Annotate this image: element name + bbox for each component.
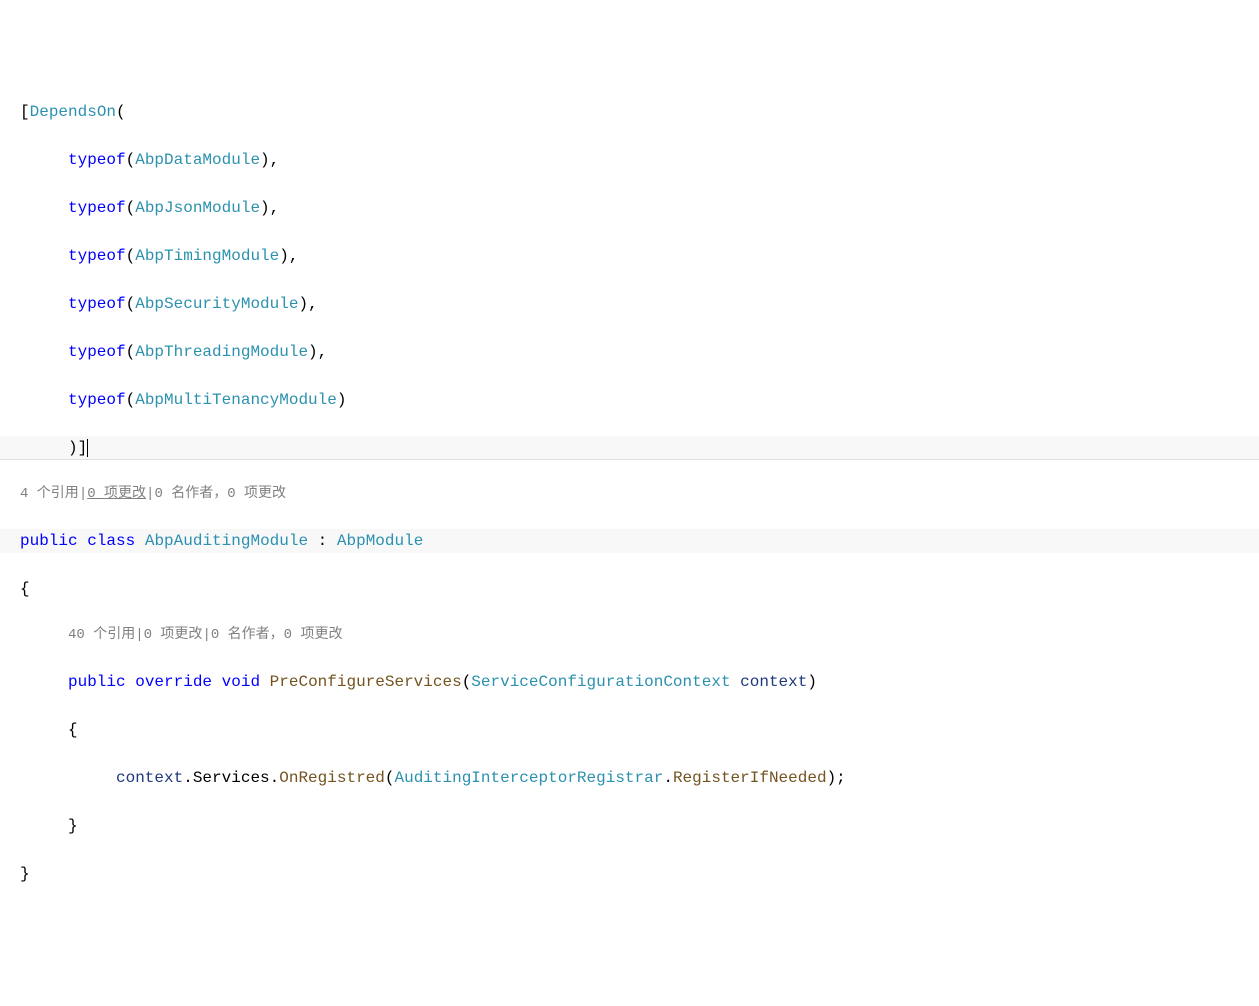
rbrace: }	[68, 817, 78, 835]
method-onregistred: OnRegistred	[279, 769, 385, 787]
code-line-typeof-2: typeof(AbpJsonModule),	[0, 196, 1259, 220]
rbrace: }	[20, 865, 30, 883]
code-line-class-lbrace: {	[0, 577, 1259, 601]
codelens-refs[interactable]: 4 个引用	[20, 486, 79, 502]
keyword-public: public	[68, 673, 126, 691]
codelens-class[interactable]: 4 个引用|0 项更改|0 名作者，0 项更改	[0, 484, 1259, 505]
param-name: context	[731, 673, 808, 691]
closing-bracket: )]	[68, 439, 87, 457]
keyword-class: class	[87, 532, 135, 550]
method-name: PreConfigureServices	[270, 673, 462, 691]
comma: ,	[270, 151, 280, 169]
code-line-attribute-open: [DependsOn(	[0, 100, 1259, 124]
comma: ,	[318, 343, 328, 361]
paren: )	[260, 151, 270, 169]
type-registrar: AuditingInterceptorRegistrar	[394, 769, 663, 787]
code-line-typeof-5: typeof(AbpThreadingModule),	[0, 340, 1259, 364]
comma: ,	[308, 295, 318, 313]
paren: )	[807, 673, 817, 691]
prop-services: Services	[193, 769, 270, 787]
codelens-refs[interactable]: 40 个引用	[68, 627, 135, 643]
class-name: AbpAuditingModule	[145, 532, 308, 550]
type-name: AbpThreadingModule	[135, 343, 308, 361]
type-name: AbpMultiTenancyModule	[135, 391, 337, 409]
paren: (	[126, 199, 136, 217]
codelens-changes-link[interactable]: 0 项更改	[87, 486, 146, 502]
codelens-sep: |	[202, 627, 210, 643]
code-line-typeof-6: typeof(AbpMultiTenancyModule)	[0, 388, 1259, 412]
keyword-typeof: typeof	[68, 199, 126, 217]
param-type: ServiceConfigurationContext	[471, 673, 730, 691]
lbrace: {	[20, 580, 30, 598]
paren: (	[385, 769, 395, 787]
keyword-override: override	[135, 673, 212, 691]
paren: (	[126, 295, 136, 313]
code-line-body: context.Services.OnRegistred(AuditingInt…	[0, 766, 1259, 790]
paren: )	[298, 295, 308, 313]
type-name: AbpTimingModule	[135, 247, 279, 265]
code-line-method-lbrace: {	[0, 718, 1259, 742]
comma: ,	[270, 199, 280, 217]
var-context: context	[116, 769, 183, 787]
code-line-class-decl: public class AbpAuditingModule : AbpModu…	[0, 529, 1259, 553]
keyword-public: public	[20, 532, 78, 550]
keyword-typeof: typeof	[68, 391, 126, 409]
codelens-method[interactable]: 40 个引用|0 项更改|0 名作者，0 项更改	[0, 625, 1259, 646]
codelens-changes[interactable]: 0 项更改	[144, 627, 203, 643]
keyword-typeof: typeof	[68, 151, 126, 169]
codelens-sep: |	[135, 627, 143, 643]
semicolon: ;	[836, 769, 846, 787]
code-line-method-decl: public override void PreConfigureService…	[0, 670, 1259, 694]
keyword-typeof: typeof	[68, 343, 126, 361]
type-name: AbpDataModule	[135, 151, 260, 169]
lbrace: {	[68, 721, 78, 739]
dot: .	[270, 769, 280, 787]
paren: )	[260, 199, 270, 217]
bracket: [	[20, 103, 30, 121]
code-line-method-rbrace: }	[0, 814, 1259, 838]
dot: .	[663, 769, 673, 787]
attribute-name: DependsOn	[30, 103, 116, 121]
paren: )	[279, 247, 289, 265]
dot: .	[183, 769, 193, 787]
comma: ,	[289, 247, 299, 265]
type-name: AbpJsonModule	[135, 199, 260, 217]
paren: (	[126, 151, 136, 169]
keyword-void: void	[222, 673, 260, 691]
paren: (	[126, 343, 136, 361]
method-registerif: RegisterIfNeeded	[673, 769, 827, 787]
paren: (	[116, 103, 126, 121]
paren: )	[827, 769, 837, 787]
paren: (	[126, 391, 136, 409]
paren: )	[337, 391, 347, 409]
keyword-typeof: typeof	[68, 247, 126, 265]
type-name: AbpSecurityModule	[135, 295, 298, 313]
codelens-authors[interactable]: 0 名作者，0 项更改	[211, 627, 343, 643]
code-line-typeof-3: typeof(AbpTimingModule),	[0, 244, 1259, 268]
codelens-authors[interactable]: 0 名作者，0 项更改	[154, 486, 286, 502]
codelens-sep: |	[79, 486, 87, 502]
paren: (	[462, 673, 472, 691]
code-line-typeof-4: typeof(AbpSecurityModule),	[0, 292, 1259, 316]
paren: )	[308, 343, 318, 361]
code-line-class-rbrace: }	[0, 862, 1259, 886]
paren: (	[126, 247, 136, 265]
code-line-attribute-close[interactable]: )]	[0, 436, 1259, 460]
keyword-typeof: typeof	[68, 295, 126, 313]
text-caret	[87, 439, 88, 457]
base-class: AbpModule	[337, 532, 423, 550]
code-line-typeof-1: typeof(AbpDataModule),	[0, 148, 1259, 172]
colon: :	[308, 532, 337, 550]
